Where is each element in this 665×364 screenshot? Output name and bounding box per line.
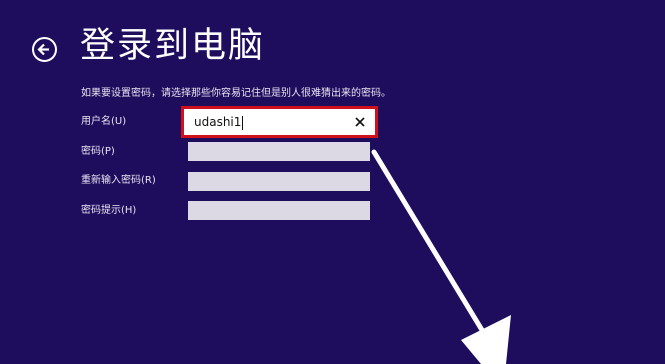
close-icon[interactable]: [353, 115, 367, 129]
confirm-password-field[interactable]: [188, 172, 370, 191]
username-field[interactable]: udashi1: [184, 109, 375, 135]
username-label: 用户名(U): [81, 116, 127, 127]
instruction-text: 如果要设置密码，请选择那些你容易记住但是别人很难猜出来的密码。: [81, 88, 391, 99]
confirm-password-label: 重新输入密码(R): [81, 175, 156, 186]
page-title: 登录到电脑: [80, 26, 266, 66]
text-caret: [242, 115, 244, 130]
password-hint-field[interactable]: [188, 201, 370, 220]
back-arrow-icon: [37, 43, 49, 56]
password-label: 密码(P): [81, 146, 115, 157]
back-button[interactable]: [32, 37, 57, 62]
password-hint-label: 密码提示(H): [81, 205, 137, 216]
password-field[interactable]: [188, 142, 370, 161]
username-value: udashi1: [194, 115, 242, 129]
